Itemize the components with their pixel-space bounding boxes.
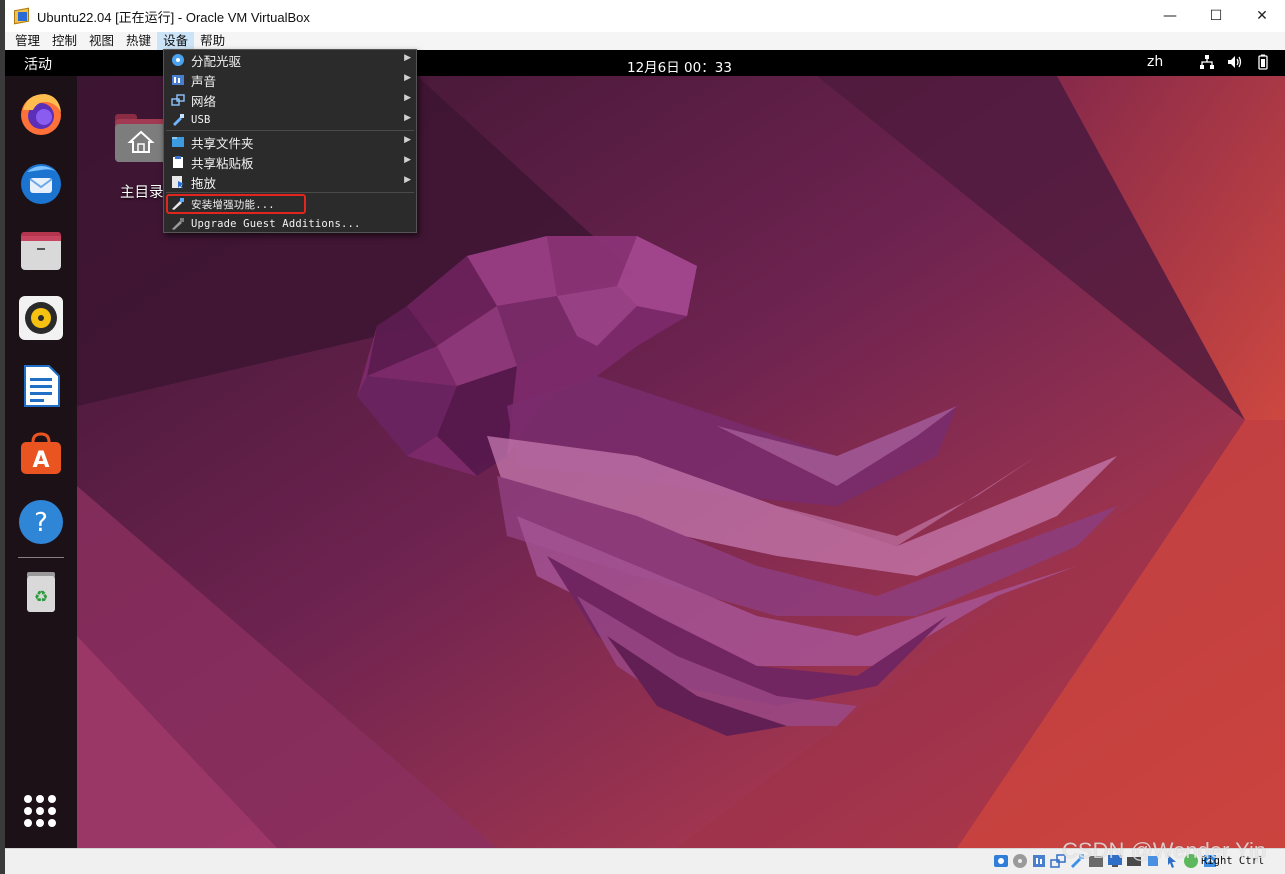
- shared-folder-icon: [172, 137, 184, 147]
- files-icon[interactable]: [17, 226, 65, 274]
- thunderbird-icon[interactable]: [17, 158, 65, 206]
- highlight-box: [166, 194, 306, 214]
- drag-drop-icon: [172, 176, 184, 189]
- menu-view[interactable]: 视图: [83, 32, 120, 50]
- rhythmbox-icon[interactable]: [17, 294, 65, 342]
- submenu-arrow-icon: ▶: [404, 93, 411, 103]
- submenu-arrow-icon: ▶: [404, 113, 411, 123]
- submenu-arrow-icon: ▶: [404, 53, 411, 63]
- menu-help[interactable]: 帮助: [194, 32, 231, 50]
- menu-manage[interactable]: 管理: [9, 32, 46, 50]
- libreoffice-writer-icon[interactable]: [17, 362, 65, 410]
- virtualbox-window: Ubuntu22.04 [正在运行] - Oracle VM VirtualBo…: [5, 0, 1285, 874]
- window-titlebar[interactable]: Ubuntu22.04 [正在运行] - Oracle VM VirtualBo…: [5, 0, 1285, 32]
- menu-hotkeys[interactable]: 热键: [120, 32, 157, 50]
- input-language-indicator[interactable]: zh: [1147, 54, 1163, 70]
- submenu-arrow-icon: ▶: [404, 73, 411, 83]
- virtualbox-logo-icon: [13, 7, 31, 25]
- home-folder-label: 主目录: [120, 185, 164, 201]
- menu-separator: [166, 130, 414, 131]
- battery-icon: [1258, 54, 1268, 70]
- submenu-arrow-icon: ▶: [404, 135, 411, 145]
- submenu-arrow-icon: ▶: [404, 155, 411, 165]
- close-button[interactable]: ✕: [1239, 0, 1285, 32]
- menu-item-audio[interactable]: 声音 ▶: [164, 70, 416, 90]
- menu-item-optical-drives[interactable]: 分配光驱 ▶: [164, 50, 416, 70]
- audio-status-icon[interactable]: [1031, 853, 1047, 869]
- trash-icon[interactable]: ♻: [17, 568, 65, 616]
- volume-icon: [1228, 56, 1242, 68]
- usb-icon: [173, 114, 184, 126]
- optical-drive-icon: [172, 54, 184, 66]
- devices-menu: 分配光驱 ▶ 声音 ▶ 网络 ▶ USB ▶ 共享文件夹 ▶ 共享粘贴板 ▶ 拖…: [163, 49, 417, 233]
- menu-item-upgrade-guest-additions[interactable]: Upgrade Guest Additions...: [164, 214, 416, 234]
- hard-disk-status-icon[interactable]: [993, 853, 1009, 869]
- svg-text:?: ?: [34, 508, 48, 538]
- audio-icon: [172, 75, 184, 85]
- menu-item-shared-folders[interactable]: 共享文件夹 ▶: [164, 132, 416, 152]
- menu-devices[interactable]: 设备: [157, 32, 195, 50]
- ubuntu-dock: A ? ♻: [5, 76, 77, 848]
- menu-item-usb[interactable]: USB ▶: [164, 110, 416, 130]
- network-icon: [171, 94, 185, 106]
- firefox-icon[interactable]: [17, 90, 65, 138]
- clipboard-icon: [173, 156, 183, 168]
- dock-separator: [18, 557, 64, 558]
- submenu-arrow-icon: ▶: [404, 175, 411, 185]
- svg-text:A: A: [32, 448, 49, 473]
- network-icon: [1200, 55, 1214, 69]
- system-tray[interactable]: [1199, 54, 1271, 70]
- menu-separator: [166, 192, 414, 193]
- svg-text:♻: ♻: [34, 587, 48, 606]
- menu-item-network[interactable]: 网络 ▶: [164, 90, 416, 110]
- menu-item-drag-and-drop[interactable]: 拖放 ▶: [164, 172, 416, 192]
- activities-button[interactable]: 活动: [24, 54, 52, 74]
- home-folder-icon[interactable]: [113, 112, 169, 164]
- vbox-menubar: 管理 控制 视图 热键 设备 帮助: [5, 32, 1285, 50]
- menu-control[interactable]: 控制: [46, 32, 83, 50]
- optical-drive-status-icon[interactable]: [1012, 853, 1028, 869]
- window-title: Ubuntu22.04 [正在运行] - Oracle VM VirtualBo…: [37, 9, 310, 25]
- apps-grid-icon[interactable]: [24, 795, 58, 829]
- maximize-button[interactable]: ☐: [1193, 0, 1239, 32]
- ubuntu-software-icon[interactable]: A: [17, 430, 65, 478]
- clock[interactable]: 12月6日 00：33: [627, 56, 732, 76]
- upgrade-guest-additions-icon: [172, 218, 184, 230]
- watermark-text: CSDN @Wender Yip: [1062, 838, 1267, 863]
- window-controls: — ☐ ✕: [1147, 0, 1285, 32]
- menu-item-shared-clipboard[interactable]: 共享粘贴板 ▶: [164, 152, 416, 172]
- help-icon[interactable]: ?: [17, 498, 65, 546]
- minimize-button[interactable]: —: [1147, 0, 1193, 32]
